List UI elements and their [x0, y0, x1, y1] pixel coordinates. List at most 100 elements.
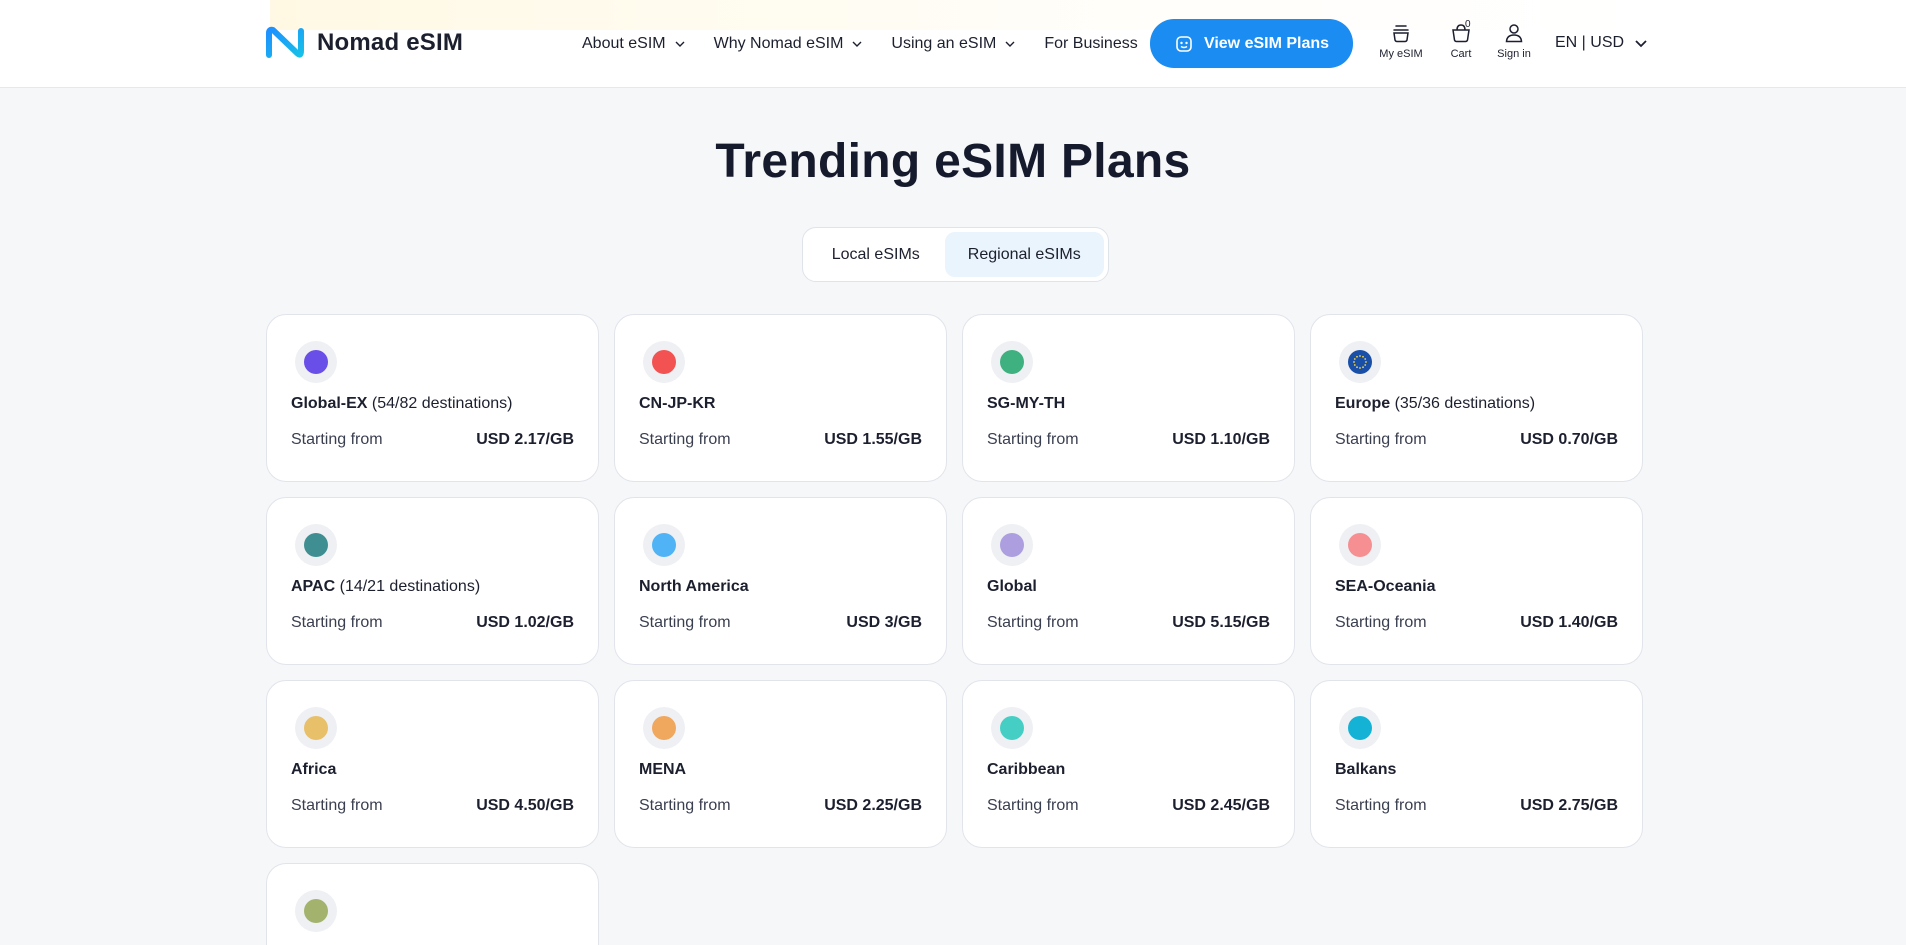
nav-using-esim[interactable]: Using an eSIM	[891, 35, 1016, 53]
plan-price: USD 2.25/GB	[824, 797, 922, 814]
plan-price: USD 0.70/GB	[1520, 431, 1618, 448]
region-flag-icon	[295, 524, 337, 566]
plan-price: USD 1.02/GB	[476, 614, 574, 631]
plan-card-africa[interactable]: Africa Starting from USD 4.50/GB	[266, 680, 599, 848]
chevron-down-icon	[1005, 41, 1015, 47]
starting-from-label: Starting from	[639, 797, 731, 814]
plan-title: North America	[639, 578, 749, 595]
region-flag-icon	[643, 707, 685, 749]
starting-from-label: Starting from	[1335, 431, 1427, 448]
my-esim-button[interactable]: My eSIM	[1371, 22, 1431, 66]
sign-in-button[interactable]: Sign in	[1484, 22, 1544, 66]
plan-name: Europe (35/36 destinations)	[1335, 395, 1535, 413]
starting-from-label: Starting from	[987, 431, 1079, 448]
plan-card-mena[interactable]: MENA Starting from USD 2.25/GB	[614, 680, 947, 848]
region-flag-icon	[295, 707, 337, 749]
plan-card-sg-my-th[interactable]: SG-MY-TH Starting from USD 1.10/GB	[962, 314, 1295, 482]
chevron-down-icon	[675, 41, 685, 47]
plan-type-tabs: Local eSIMs Regional eSIMs	[802, 227, 1109, 282]
sign-in-label: Sign in	[1497, 48, 1531, 60]
nav-about-esim[interactable]: About eSIM	[582, 35, 686, 53]
nav-label: Why Nomad eSIM	[713, 35, 844, 52]
chevron-down-icon	[1635, 40, 1647, 48]
region-flag-icon	[643, 341, 685, 383]
locale-selector[interactable]: EN | USD	[1555, 32, 1648, 54]
my-esim-label: My eSIM	[1379, 48, 1423, 60]
nav-why-nomad[interactable]: Why Nomad eSIM	[714, 35, 864, 53]
plan-card-caribbean[interactable]: Caribbean Starting from USD 2.45/GB	[962, 680, 1295, 848]
plan-name: Balkans	[1335, 761, 1396, 779]
user-icon	[1505, 24, 1523, 43]
plan-card-sea-oceania[interactable]: SEA-Oceania Starting from USD 1.40/GB	[1310, 497, 1643, 665]
flag-dot	[1348, 350, 1372, 374]
starting-from-label: Starting from	[291, 797, 383, 814]
cart-button[interactable]: 0 Cart	[1431, 19, 1491, 66]
sim-card-icon	[1176, 35, 1192, 52]
eu-stars-icon	[1353, 355, 1367, 369]
brand-logo[interactable]: Nomad eSIM	[265, 24, 463, 62]
chevron-down-icon	[852, 41, 862, 47]
flag-dot	[1000, 350, 1024, 374]
flag-dot	[1000, 716, 1024, 740]
nav-label: Using an eSIM	[891, 35, 997, 52]
plan-price: USD 4.50/GB	[476, 797, 574, 814]
plan-title: SEA-Oceania	[1335, 578, 1436, 595]
plan-card-global-ex[interactable]: Global-EX (54/82 destinations) Starting …	[266, 314, 599, 482]
plan-price: USD 5.15/GB	[1172, 614, 1270, 631]
eu-flag-icon	[1339, 341, 1381, 383]
flag-dot	[304, 533, 328, 557]
plan-card-apac[interactable]: APAC (14/21 destinations) Starting from …	[266, 497, 599, 665]
flag-dot	[304, 899, 328, 923]
plan-title: CN-JP-KR	[639, 395, 716, 412]
plan-title: Africa	[291, 761, 337, 778]
esim-stack-icon	[1393, 25, 1409, 43]
plan-card-cn-jp-kr[interactable]: CN-JP-KR Starting from USD 1.55/GB	[614, 314, 947, 482]
region-flag-icon	[295, 341, 337, 383]
plan-name: APAC (14/21 destinations)	[291, 578, 480, 596]
region-flag-icon	[643, 524, 685, 566]
region-flag-icon	[295, 890, 337, 932]
tab-local-esims[interactable]: Local eSIMs	[807, 232, 945, 277]
starting-from-label: Starting from	[1335, 797, 1427, 814]
plan-card-global[interactable]: Global Starting from USD 5.15/GB	[962, 497, 1295, 665]
starting-from-label: Starting from	[291, 614, 383, 631]
cta-label: View eSIM Plans	[1203, 34, 1330, 52]
site-header: Nomad eSIM About eSIM Why Nomad eSIM Usi…	[0, 0, 1906, 88]
plan-destinations: (54/82 destinations)	[371, 395, 513, 412]
plan-price: USD 3/GB	[846, 614, 922, 631]
plan-destinations: (35/36 destinations)	[1394, 395, 1536, 412]
flag-dot	[652, 716, 676, 740]
brand-name: Nomad eSIM	[317, 29, 464, 56]
view-esim-plans-button[interactable]: View eSIM Plans	[1150, 19, 1353, 68]
flag-dot	[304, 350, 328, 374]
nav-for-business[interactable]: For Business	[1044, 35, 1137, 53]
plan-price: USD 1.55/GB	[824, 431, 922, 448]
locale-label: EN | USD	[1555, 34, 1625, 51]
plan-name: CN-JP-KR	[639, 395, 715, 413]
plan-title: Balkans	[1335, 761, 1397, 778]
plan-card-partial[interactable]	[266, 863, 599, 945]
nav-label: For Business	[1044, 35, 1138, 52]
flag-dot	[1348, 716, 1372, 740]
region-flag-icon	[991, 707, 1033, 749]
plan-card-balkans[interactable]: Balkans Starting from USD 2.75/GB	[1310, 680, 1643, 848]
plan-name: Global	[987, 578, 1037, 596]
plan-title: SG-MY-TH	[987, 395, 1066, 412]
starting-from-label: Starting from	[639, 614, 731, 631]
plan-card-north-america[interactable]: North America Starting from USD 3/GB	[614, 497, 947, 665]
nav-label: About eSIM	[582, 35, 666, 52]
flag-dot	[304, 716, 328, 740]
starting-from-label: Starting from	[291, 431, 383, 448]
region-flag-icon	[991, 341, 1033, 383]
region-flag-icon	[1339, 707, 1381, 749]
plan-card-europe[interactable]: Europe (35/36 destinations) Starting fro…	[1310, 314, 1643, 482]
tab-regional-esims[interactable]: Regional eSIMs	[944, 232, 1104, 277]
cart-count-badge: 0	[1465, 19, 1471, 30]
starting-from-label: Starting from	[987, 797, 1079, 814]
plan-price: USD 1.40/GB	[1520, 614, 1618, 631]
plan-name: Caribbean	[987, 761, 1065, 779]
plan-name: MENA	[639, 761, 686, 779]
region-flag-icon	[991, 524, 1033, 566]
main-nav: About eSIM Why Nomad eSIM Using an eSIM …	[582, 30, 1138, 58]
cart-label: Cart	[1450, 48, 1472, 60]
